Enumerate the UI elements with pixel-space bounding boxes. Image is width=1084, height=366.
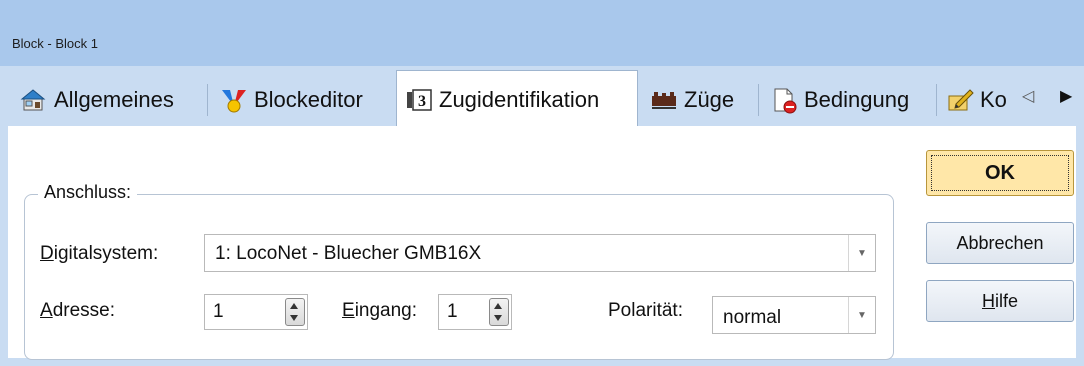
tab-label: Bedingung [804, 87, 910, 112]
eingang-value: 1 [447, 301, 458, 322]
edit-icon [946, 86, 974, 114]
help-button[interactable]: Hilfe [926, 280, 1074, 322]
title-bar: Block - Block 1 [0, 0, 1084, 66]
tab-label: Zugidentifikation [439, 86, 600, 112]
tab-scroll-left-icon[interactable]: ◁ [1022, 86, 1034, 106]
polaritaet-label: Polarität: [608, 300, 683, 321]
spin-down-icon[interactable] [290, 315, 298, 321]
tab-zuege[interactable]: Züge [650, 72, 750, 128]
window-title: Block - Block 1 [12, 36, 98, 51]
block-editor-icon [220, 86, 248, 114]
tab-ko[interactable]: Ko [946, 72, 1016, 128]
eingang-spinner[interactable]: 1 [438, 294, 512, 330]
tab-label: Ko [980, 87, 1007, 112]
tab-divider [207, 84, 208, 116]
chevron-down-icon[interactable]: ▼ [848, 235, 875, 271]
svg-text:3: 3 [418, 93, 426, 110]
tab-divider [936, 84, 937, 116]
cancel-button[interactable]: Abbrechen [926, 222, 1074, 264]
digitalsystem-value: 1: LocoNet - Bluecher GMB16X [215, 243, 482, 264]
tab-allgemeines[interactable]: Allgemeines [20, 72, 200, 128]
spinner-buttons[interactable] [285, 298, 305, 326]
adresse-value: 1 [213, 301, 224, 322]
tab-zugidentifikation[interactable]: 3 Zugidentifikation [396, 70, 638, 128]
digitalsystem-label: Digitalsystem: [40, 243, 159, 264]
polaritaet-value: normal [723, 307, 782, 328]
cancel-label: Abbrechen [956, 232, 1044, 253]
tab-blockeditor[interactable]: Blockeditor [220, 72, 390, 128]
spin-up-icon[interactable] [290, 303, 298, 309]
adresse-label: Adresse: [40, 300, 115, 321]
condition-icon [770, 86, 798, 114]
tab-scroll-right-icon[interactable]: ▶ [1060, 86, 1072, 106]
eingang-label: Eingang: [342, 300, 418, 321]
adresse-spinner[interactable]: 1 [204, 294, 308, 330]
chevron-down-icon[interactable]: ▼ [848, 297, 875, 333]
tab-label: Allgemeines [54, 87, 174, 112]
focus-rectangle [931, 155, 1069, 191]
spinner-buttons[interactable] [489, 298, 509, 326]
help-label: Hilfe [981, 290, 1018, 311]
anschluss-groupbox [24, 194, 894, 360]
ok-button[interactable]: OK [926, 150, 1074, 196]
spin-down-icon[interactable] [494, 315, 502, 321]
tab-divider [758, 84, 759, 116]
tab-bedingung[interactable]: Bedingung [770, 72, 930, 128]
digitalsystem-combobox[interactable]: 1: LocoNet - Bluecher GMB16X ▼ [204, 234, 876, 272]
train-id-icon: 3 [405, 86, 433, 114]
trains-icon [650, 86, 678, 114]
tab-label: Züge [684, 87, 735, 112]
spin-up-icon[interactable] [494, 303, 502, 309]
house-icon [20, 86, 48, 114]
tab-label: Blockeditor [254, 87, 363, 112]
polaritaet-combobox[interactable]: normal ▼ [712, 296, 876, 334]
group-legend: Anschluss: [38, 182, 138, 203]
